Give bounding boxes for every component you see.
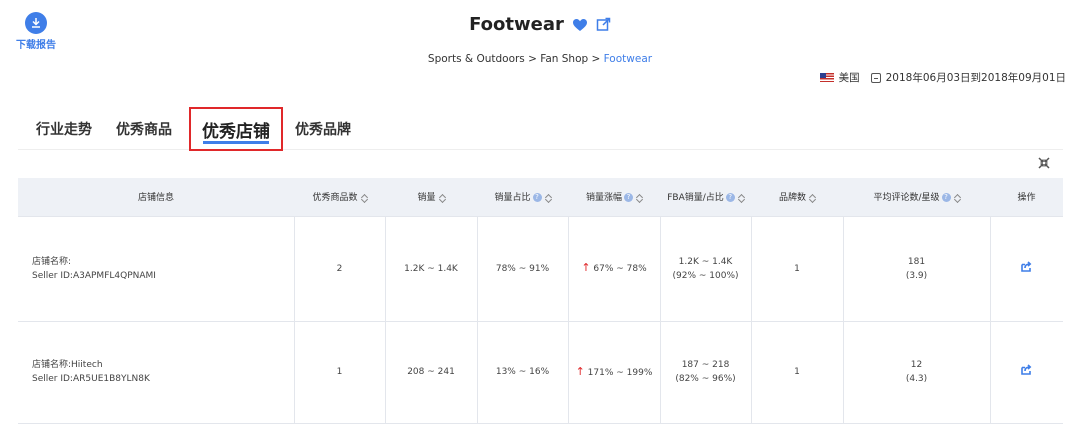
header-label: 店铺信息	[137, 193, 174, 204]
collapse-icon[interactable]	[1038, 154, 1050, 173]
download-report-label: 下载报告	[16, 40, 56, 51]
sales-cell: 1.2K ~ 1.4K	[385, 216, 478, 322]
arrow-up-icon: ↑	[575, 364, 585, 378]
heart-icon[interactable]	[572, 18, 588, 32]
share-export-icon[interactable]	[1021, 260, 1032, 272]
sort-icon[interactable]	[361, 194, 367, 202]
column-header-sales-growth[interactable]: 销量涨幅?	[568, 178, 660, 217]
store-info-cell: 店铺名称: Seller ID:A3APMFL4QPNAMI	[18, 216, 295, 322]
actions-cell	[990, 321, 1063, 424]
sort-icon[interactable]	[809, 194, 815, 202]
header-label: 销量占比	[494, 193, 531, 204]
sort-icon[interactable]	[636, 194, 642, 202]
sales-cell: 208 ~ 241	[385, 321, 478, 424]
header-label: FBA销量/占比	[667, 193, 724, 204]
column-header-actions: 操作	[990, 178, 1063, 217]
share-cell: 78% ~ 91%	[477, 216, 569, 322]
tab-top-products[interactable]: 优秀商品	[116, 108, 172, 150]
fba-share: (92% ~ 100%)	[672, 270, 739, 281]
review-count: 12	[910, 360, 923, 370]
us-flag-icon	[819, 73, 834, 82]
column-header-brands[interactable]: 品牌数	[751, 178, 843, 217]
active-tab-indicator	[203, 141, 269, 144]
star-rating: (4.3)	[905, 374, 928, 384]
table-header-row: 店铺信息 优秀商品数 销量 销量占比? 销量涨幅? FBA销量/占比? 品牌数 …	[18, 178, 1063, 217]
tab-label: 优秀店铺	[202, 121, 270, 142]
column-header-sales[interactable]: 销量	[385, 178, 477, 217]
header-label: 品牌数	[778, 193, 806, 204]
star-rating: (3.9)	[905, 270, 928, 281]
stores-table: 店铺信息 优秀商品数 销量 销量占比? 销量涨幅? FBA销量/占比? 品牌数 …	[18, 178, 1063, 424]
header-label: 销量涨幅	[585, 193, 622, 204]
header-label: 销量	[417, 193, 436, 204]
seller-id: Seller ID:AR5UE1B8YLN8K	[32, 374, 150, 384]
column-header-sales-share[interactable]: 销量占比?	[477, 178, 568, 217]
date-range: 2018年06月03日到2018年09月01日	[885, 72, 1066, 84]
actions-cell	[990, 216, 1063, 322]
brands-cell: 1	[751, 321, 844, 424]
fba-sales: 1.2K ~ 1.4K	[678, 256, 733, 267]
header-label: 优秀商品数	[312, 193, 358, 204]
review-count: 181	[907, 256, 926, 267]
growth-value: 67% ~ 78%	[593, 264, 647, 274]
help-icon[interactable]: ?	[624, 193, 633, 203]
calendar-icon	[870, 72, 881, 83]
external-link-icon[interactable]	[596, 17, 611, 32]
reviews-cell: 12 (4.3)	[843, 321, 991, 424]
page-title: Footwear	[469, 14, 564, 35]
help-icon[interactable]: ?	[725, 193, 735, 203]
header-label: 平均评论数/星级	[873, 193, 940, 204]
table-row: 店铺名称: Seller ID:A3APMFL4QPNAMI 2 1.2K ~ 1…	[18, 216, 1063, 322]
tab-label: 优秀商品	[116, 122, 172, 138]
tab-label: 行业走势	[36, 122, 92, 138]
store-name[interactable]: 店铺名称:	[32, 255, 294, 269]
page-header: Footwear	[0, 14, 1080, 35]
seller-id: Seller ID:A3APMFL4QPNAMI	[32, 270, 156, 281]
table-row: 店铺名称:Hiitech Seller ID:AR5UE1B8YLN8K 1 20…	[18, 321, 1063, 424]
report-meta: 美国 2018年06月03日到2018年09月01日	[819, 70, 1066, 85]
arrow-up-icon: ↑	[581, 261, 591, 274]
sort-icon[interactable]	[954, 194, 960, 202]
share-cell: 13% ~ 16%	[477, 321, 569, 424]
fba-sales: 187 ~ 218	[681, 360, 730, 370]
products-cell: 2	[294, 216, 386, 322]
column-header-reviews[interactable]: 平均评论数/星级?	[843, 178, 990, 217]
header-label: 操作	[1017, 193, 1036, 204]
reviews-cell: 181 (3.9)	[843, 216, 991, 322]
products-cell: 1	[294, 321, 386, 424]
help-icon[interactable]: ?	[532, 193, 542, 203]
growth-cell: ↑ 171% ~ 199%	[568, 321, 661, 424]
sort-icon[interactable]	[738, 194, 744, 202]
column-header-store-info: 店铺信息	[18, 178, 294, 217]
growth-cell: ↑ 67% ~ 78%	[568, 216, 661, 322]
brands-cell: 1	[751, 216, 844, 322]
sort-icon[interactable]	[545, 194, 551, 202]
help-icon[interactable]: ?	[941, 193, 951, 203]
fba-share: (82% ~ 96%)	[675, 374, 736, 384]
tab-top-stores[interactable]: 优秀店铺	[189, 107, 283, 151]
tab-top-brands[interactable]: 优秀品牌	[295, 108, 351, 150]
fba-cell: 187 ~ 218 (82% ~ 96%)	[660, 321, 752, 424]
country-label: 美国	[838, 72, 860, 84]
column-header-products[interactable]: 优秀商品数	[294, 178, 385, 217]
breadcrumb-path[interactable]: Sports & Outdoors > Fan Shop >	[428, 53, 604, 65]
share-export-icon[interactable]	[1021, 364, 1032, 375]
tab-industry-trend[interactable]: 行业走势	[36, 108, 92, 150]
growth-value: 171% ~ 199%	[587, 367, 653, 378]
tab-label: 优秀品牌	[295, 122, 351, 138]
breadcrumb-current[interactable]: Footwear	[604, 53, 652, 65]
sort-icon[interactable]	[439, 194, 445, 202]
column-header-fba[interactable]: FBA销量/占比?	[660, 178, 751, 217]
fba-cell: 1.2K ~ 1.4K (92% ~ 100%)	[660, 216, 752, 322]
tab-bar: 行业走势 优秀商品 优秀店铺 优秀品牌	[18, 107, 1063, 151]
breadcrumb: Sports & Outdoors > Fan Shop > Footwear	[0, 53, 1080, 65]
store-name[interactable]: 店铺名称:Hiitech	[32, 358, 294, 372]
store-info-cell: 店铺名称:Hiitech Seller ID:AR5UE1B8YLN8K	[18, 321, 295, 424]
